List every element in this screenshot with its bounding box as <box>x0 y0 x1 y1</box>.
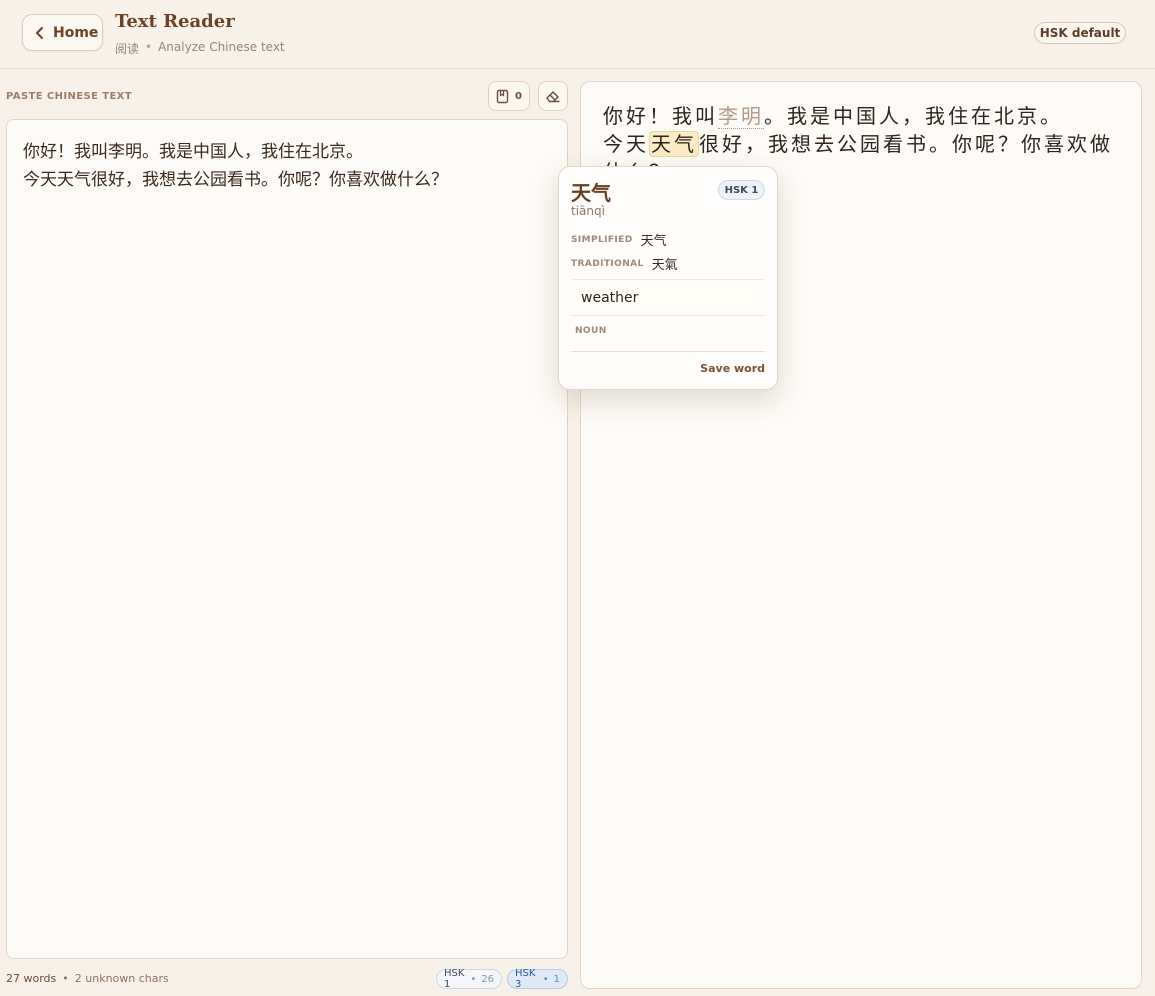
word-popover: 天气 tiānqì HSK 1 SIMPLIFIED 天气 TRADITIONA… <box>558 166 778 390</box>
reader-word[interactable]: 我 <box>925 104 948 128</box>
hsk1-badge[interactable]: HSK 1 • 26 <box>436 968 502 990</box>
reader-word[interactable]: 我 <box>768 132 791 156</box>
stats-separator: • <box>62 972 69 985</box>
reader-word[interactable]: 你 <box>1021 132 1044 156</box>
reader-word[interactable]: ！ <box>649 104 672 128</box>
reader-word-selected[interactable]: 天气 <box>649 131 699 157</box>
popover-divider <box>571 351 765 352</box>
home-button-label: Home <box>53 24 99 41</box>
page-subtitle: 阅读 • Analyze Chinese text <box>115 40 285 57</box>
reader-word[interactable]: 我 <box>672 104 695 128</box>
hsk-default-button[interactable]: HSK default <box>1034 22 1126 44</box>
text-stats: 27 words • 2 unknown chars <box>6 972 169 985</box>
reader-word[interactable]: 在 <box>971 104 994 128</box>
reader-word[interactable]: 叫 <box>695 104 718 128</box>
reader-word[interactable]: ？ <box>998 132 1021 156</box>
traditional-label: TRADITIONAL <box>571 258 644 269</box>
traditional-value: 天氣 <box>651 258 678 273</box>
traditional-row: TRADITIONAL 天氣 <box>571 254 678 273</box>
reader-word[interactable]: ， <box>902 104 925 128</box>
clear-text-button[interactable] <box>538 81 568 111</box>
reader-word[interactable]: 北京 <box>994 104 1040 128</box>
saved-words-count: 0 <box>515 90 522 102</box>
paste-text-label: PASTE CHINESE TEXT <box>6 91 133 102</box>
top-bar: Home Text Reader 阅读 • Analyze Chinese te… <box>0 0 1155 69</box>
reader-word[interactable]: 公园 <box>837 132 883 156</box>
hsk3-badge-count: 1 <box>553 973 560 985</box>
reader-word[interactable]: 很 <box>699 132 722 156</box>
reader-word[interactable]: 去 <box>814 132 837 156</box>
reader-word[interactable]: 做 <box>1090 132 1113 156</box>
subtitle-english: Analyze Chinese text <box>158 40 285 54</box>
subtitle-separator: • <box>145 40 153 54</box>
page-title: Text Reader <box>115 11 235 32</box>
subtitle-chinese: 阅读 <box>115 42 140 56</box>
word-count: 27 words <box>6 972 57 985</box>
reader-word[interactable]: 中国 <box>833 104 879 128</box>
reader-word[interactable]: 人 <box>879 104 902 128</box>
reader-word[interactable]: 。 <box>929 132 952 156</box>
reader-word[interactable]: 书 <box>906 132 929 156</box>
hsk3-badge[interactable]: HSK 3 • 1 <box>507 968 568 990</box>
saved-words-button[interactable]: 0 <box>488 81 530 111</box>
hsk3-badge-sep: • <box>542 973 549 985</box>
home-button[interactable]: Home <box>22 14 103 51</box>
hsk1-badge-label: HSK 1 <box>444 968 465 990</box>
reader-word[interactable]: 住 <box>948 104 971 128</box>
bookmark-icon <box>496 89 509 103</box>
reader-word[interactable]: 。 <box>1040 104 1063 128</box>
reader-word[interactable]: 好 <box>722 132 745 156</box>
hsk1-badge-sep: • <box>470 973 477 985</box>
reader-word[interactable]: 看 <box>883 132 906 156</box>
eraser-icon <box>546 91 560 103</box>
reader-word[interactable]: 是 <box>810 104 833 128</box>
popover-hsk-badge: HSK 1 <box>718 180 765 200</box>
popover-word: 天气 <box>571 181 611 205</box>
simplified-row: SIMPLIFIED 天气 <box>571 230 667 249</box>
reader-word[interactable]: 我 <box>787 104 810 128</box>
simplified-value: 天气 <box>640 234 667 249</box>
reader-word[interactable]: 今天 <box>603 132 649 156</box>
unknown-chars-count: 2 unknown chars <box>74 972 169 985</box>
save-word-button[interactable]: Save word <box>700 362 765 375</box>
reader-word[interactable]: 呢 <box>975 132 998 156</box>
popover-definition: weather <box>571 279 765 316</box>
reader-word[interactable]: 喜欢 <box>1044 132 1090 156</box>
reader-word[interactable]: ， <box>745 132 768 156</box>
reader-word[interactable]: 你 <box>952 132 975 156</box>
popover-pinyin: tiānqì <box>571 204 605 218</box>
simplified-label: SIMPLIFIED <box>571 234 633 245</box>
chinese-text-input[interactable]: 你好！我叫李明。我是中国人，我住在北京。 今天天气很好，我想去公园看书。你呢？你… <box>6 119 568 959</box>
chevron-left-icon <box>36 26 43 39</box>
hsk1-badge-count: 26 <box>481 973 494 985</box>
reader-word-unknown[interactable]: 李明 <box>718 104 764 129</box>
reader-word[interactable]: 你好 <box>603 104 649 128</box>
reader-word[interactable]: 想 <box>791 132 814 156</box>
hsk3-badge-label: HSK 3 <box>515 968 536 990</box>
reader-word[interactable]: 。 <box>764 104 787 128</box>
popover-part-of-speech: NOUN <box>575 326 607 336</box>
